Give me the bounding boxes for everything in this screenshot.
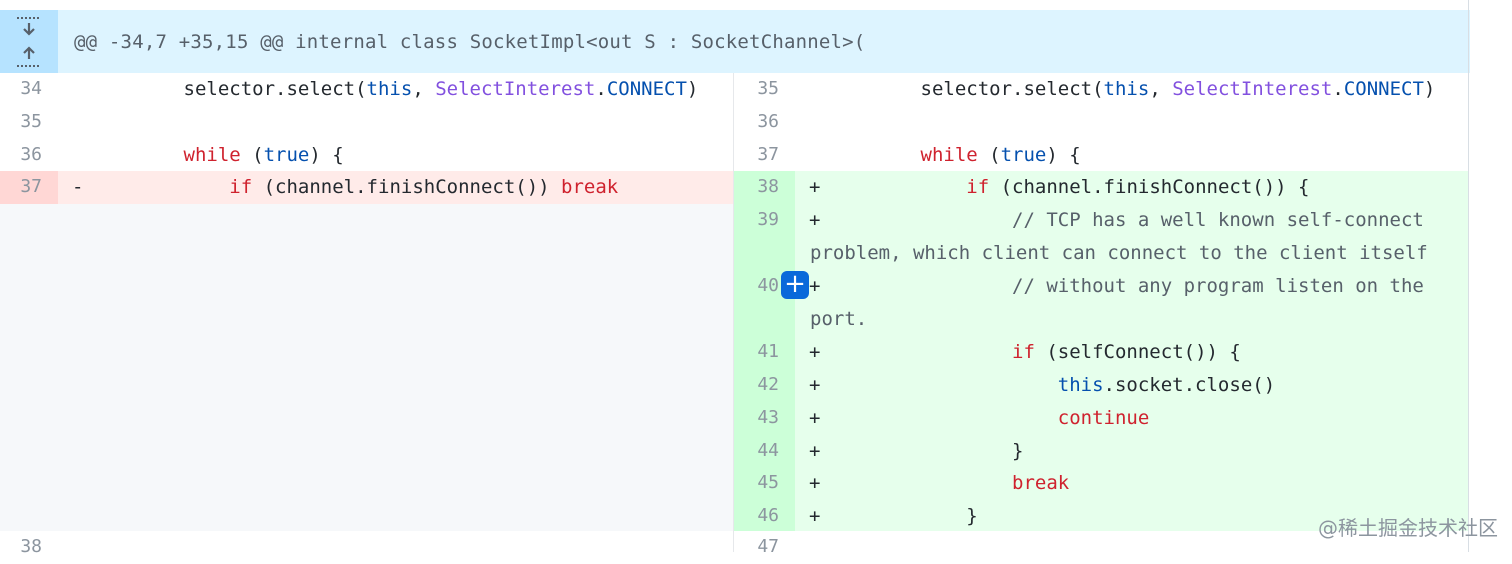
code-line: while (true) { — [829, 139, 1081, 172]
line-number[interactable]: 40 — [735, 270, 779, 303]
diff-line[interactable]: 38 + if (channel.finishConnect()) { — [0, 171, 1470, 204]
code-token: ) { — [1046, 144, 1081, 166]
line-number[interactable]: 47 — [735, 531, 779, 564]
line-number[interactable]: 37 — [735, 139, 779, 172]
code-token: (selfConnect()) { — [1034, 341, 1241, 363]
code-token: while — [920, 144, 978, 166]
code-line-wrap: problem, which client can connect to the… — [810, 237, 1428, 270]
code-line: selector.select(this, SelectInterest.CON… — [829, 73, 1436, 106]
code-token: this — [1057, 374, 1104, 396]
diff-marker: + — [809, 472, 821, 494]
code-line: if (selfConnect()) { — [829, 336, 1241, 369]
code-line: this.socket.close() — [829, 369, 1275, 402]
code-token: } — [829, 440, 1024, 462]
code-line: // TCP has a well known self-connect — [829, 204, 1424, 237]
diff-line[interactable]: 44 + } — [0, 435, 1470, 468]
code-token: continue — [1057, 407, 1150, 429]
code-token: } — [829, 505, 978, 527]
code-token: port. — [810, 308, 868, 330]
plus-icon: + — [784, 269, 806, 299]
code-line: continue — [829, 402, 1150, 435]
diff-marker: + — [809, 374, 821, 396]
diff-line[interactable]: 40 + // without any program listen on the… — [0, 270, 1470, 336]
diff-marker: + — [809, 341, 821, 363]
line-number[interactable]: 44 — [735, 435, 779, 468]
line-number[interactable]: 46 — [735, 500, 779, 533]
watermark: @稀土掘金技术社区 — [1318, 516, 1498, 540]
arrow-up-icon — [17, 46, 41, 67]
expand-down-button[interactable] — [12, 13, 46, 41]
diff-line[interactable]: 36 — [0, 106, 1470, 139]
line-number[interactable]: 39 — [735, 204, 779, 237]
hunk-expand-gutter — [0, 10, 58, 73]
code-token: ( — [977, 144, 1001, 166]
code-token: CONNECT — [1343, 78, 1424, 100]
diff-marker: + — [809, 407, 821, 429]
diff-marker: + — [809, 440, 821, 462]
diff-line[interactable]: 39 + // TCP has a well known self-connect… — [0, 204, 1470, 270]
diff-marker: + — [809, 505, 821, 527]
code-line: break — [829, 467, 1069, 500]
line-number[interactable]: 35 — [735, 73, 779, 106]
diff-line[interactable]: 47 — [0, 531, 1470, 564]
code-token: (channel.finishConnect()) { — [989, 176, 1310, 198]
hunk-header-text: @@ -34,7 +35,15 @@ internal class Socket… — [74, 31, 866, 53]
code-token: . — [1332, 78, 1344, 100]
code-token: this — [1103, 78, 1150, 100]
code-token: , — [1149, 78, 1173, 100]
line-number[interactable]: 36 — [735, 106, 779, 139]
code-token: .socket.close() — [1103, 374, 1276, 396]
code-line: if (channel.finishConnect()) { — [829, 171, 1309, 204]
code-token: SelectInterest — [1172, 78, 1333, 100]
diff-line[interactable]: 42 + this.socket.close() — [0, 369, 1470, 402]
split-diff-view: @@ -34,7 +35,15 @@ internal class Socket… — [0, 0, 1470, 557]
hunk-header: @@ -34,7 +35,15 @@ internal class Socket… — [0, 10, 1470, 73]
code-token: // TCP has a well known self-connect — [1012, 209, 1424, 231]
code-token: ) — [1423, 78, 1436, 100]
code-line: // without any program listen on the — [829, 270, 1424, 303]
add-comment-button[interactable]: + — [781, 271, 809, 299]
code-line-wrap: port. — [810, 303, 867, 336]
line-number[interactable]: 41 — [735, 336, 779, 369]
code-line: } — [829, 435, 1023, 468]
arrow-down-icon — [17, 17, 41, 36]
diff-line[interactable]: 35 selector.select(this, SelectInterest.… — [0, 73, 1470, 106]
code-token: selector.select( — [829, 78, 1104, 100]
diff-line[interactable]: 41 + if (selfConnect()) { — [0, 336, 1470, 369]
code-line: } — [829, 500, 978, 533]
diff-line[interactable]: 37 while (true) { — [0, 139, 1470, 172]
code-token: if — [966, 176, 990, 198]
line-number[interactable]: 42 — [735, 369, 779, 402]
code-token: // without any program listen on the — [1012, 275, 1424, 297]
line-number[interactable]: 43 — [735, 402, 779, 435]
line-number[interactable]: 45 — [735, 467, 779, 500]
expand-up-button[interactable] — [12, 42, 46, 70]
diff-marker: + — [809, 275, 821, 297]
diff-line[interactable]: 46 + } — [0, 500, 1470, 533]
code-token: break — [1012, 472, 1070, 494]
diff-marker: + — [809, 176, 821, 198]
diff-marker: + — [809, 209, 821, 231]
code-token: problem, which client can connect to the… — [810, 242, 1428, 264]
code-token: true — [1000, 144, 1047, 166]
diff-line[interactable]: 43 + continue — [0, 402, 1470, 435]
scrollbar-edge — [1468, 0, 1469, 552]
line-number[interactable]: 38 — [735, 171, 779, 204]
diff-line[interactable]: 45 + break — [0, 467, 1470, 500]
code-token: if — [1012, 341, 1035, 363]
